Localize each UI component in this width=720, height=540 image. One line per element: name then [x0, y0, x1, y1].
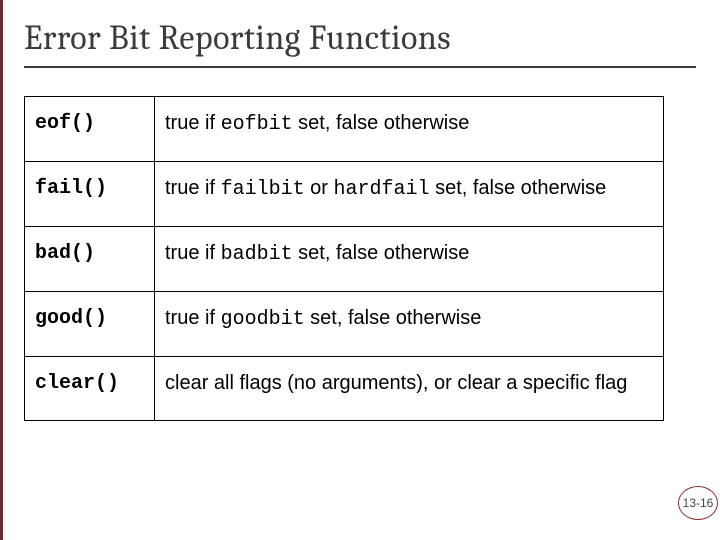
fn-desc: true if failbit or hardfail set, false o… [155, 162, 664, 227]
page-title: Error Bit Reporting Functions [24, 18, 696, 68]
table-row: eof() true if eofbit set, false otherwis… [25, 97, 664, 162]
fn-name: clear() [25, 357, 155, 421]
page-number-badge: 13-16 [678, 486, 718, 520]
fn-desc: true if badbit set, false otherwise [155, 227, 664, 292]
fn-name: eof() [25, 97, 155, 162]
fn-desc: true if goodbit set, false otherwise [155, 292, 664, 357]
table-row: bad() true if badbit set, false otherwis… [25, 227, 664, 292]
fn-name: bad() [25, 227, 155, 292]
table-row: clear() clear all flags (no arguments), … [25, 357, 664, 421]
fn-desc: true if eofbit set, false otherwise [155, 97, 664, 162]
table-row: good() true if goodbit set, false otherw… [25, 292, 664, 357]
slide: Error Bit Reporting Functions eof() true… [0, 0, 720, 421]
fn-name: good() [25, 292, 155, 357]
left-accent-bar [0, 0, 3, 540]
fn-desc: clear all flags (no arguments), or clear… [155, 357, 664, 421]
functions-table: eof() true if eofbit set, false otherwis… [24, 96, 664, 421]
fn-name: fail() [25, 162, 155, 227]
page-number: 13-16 [683, 496, 714, 510]
table-row: fail() true if failbit or hardfail set, … [25, 162, 664, 227]
